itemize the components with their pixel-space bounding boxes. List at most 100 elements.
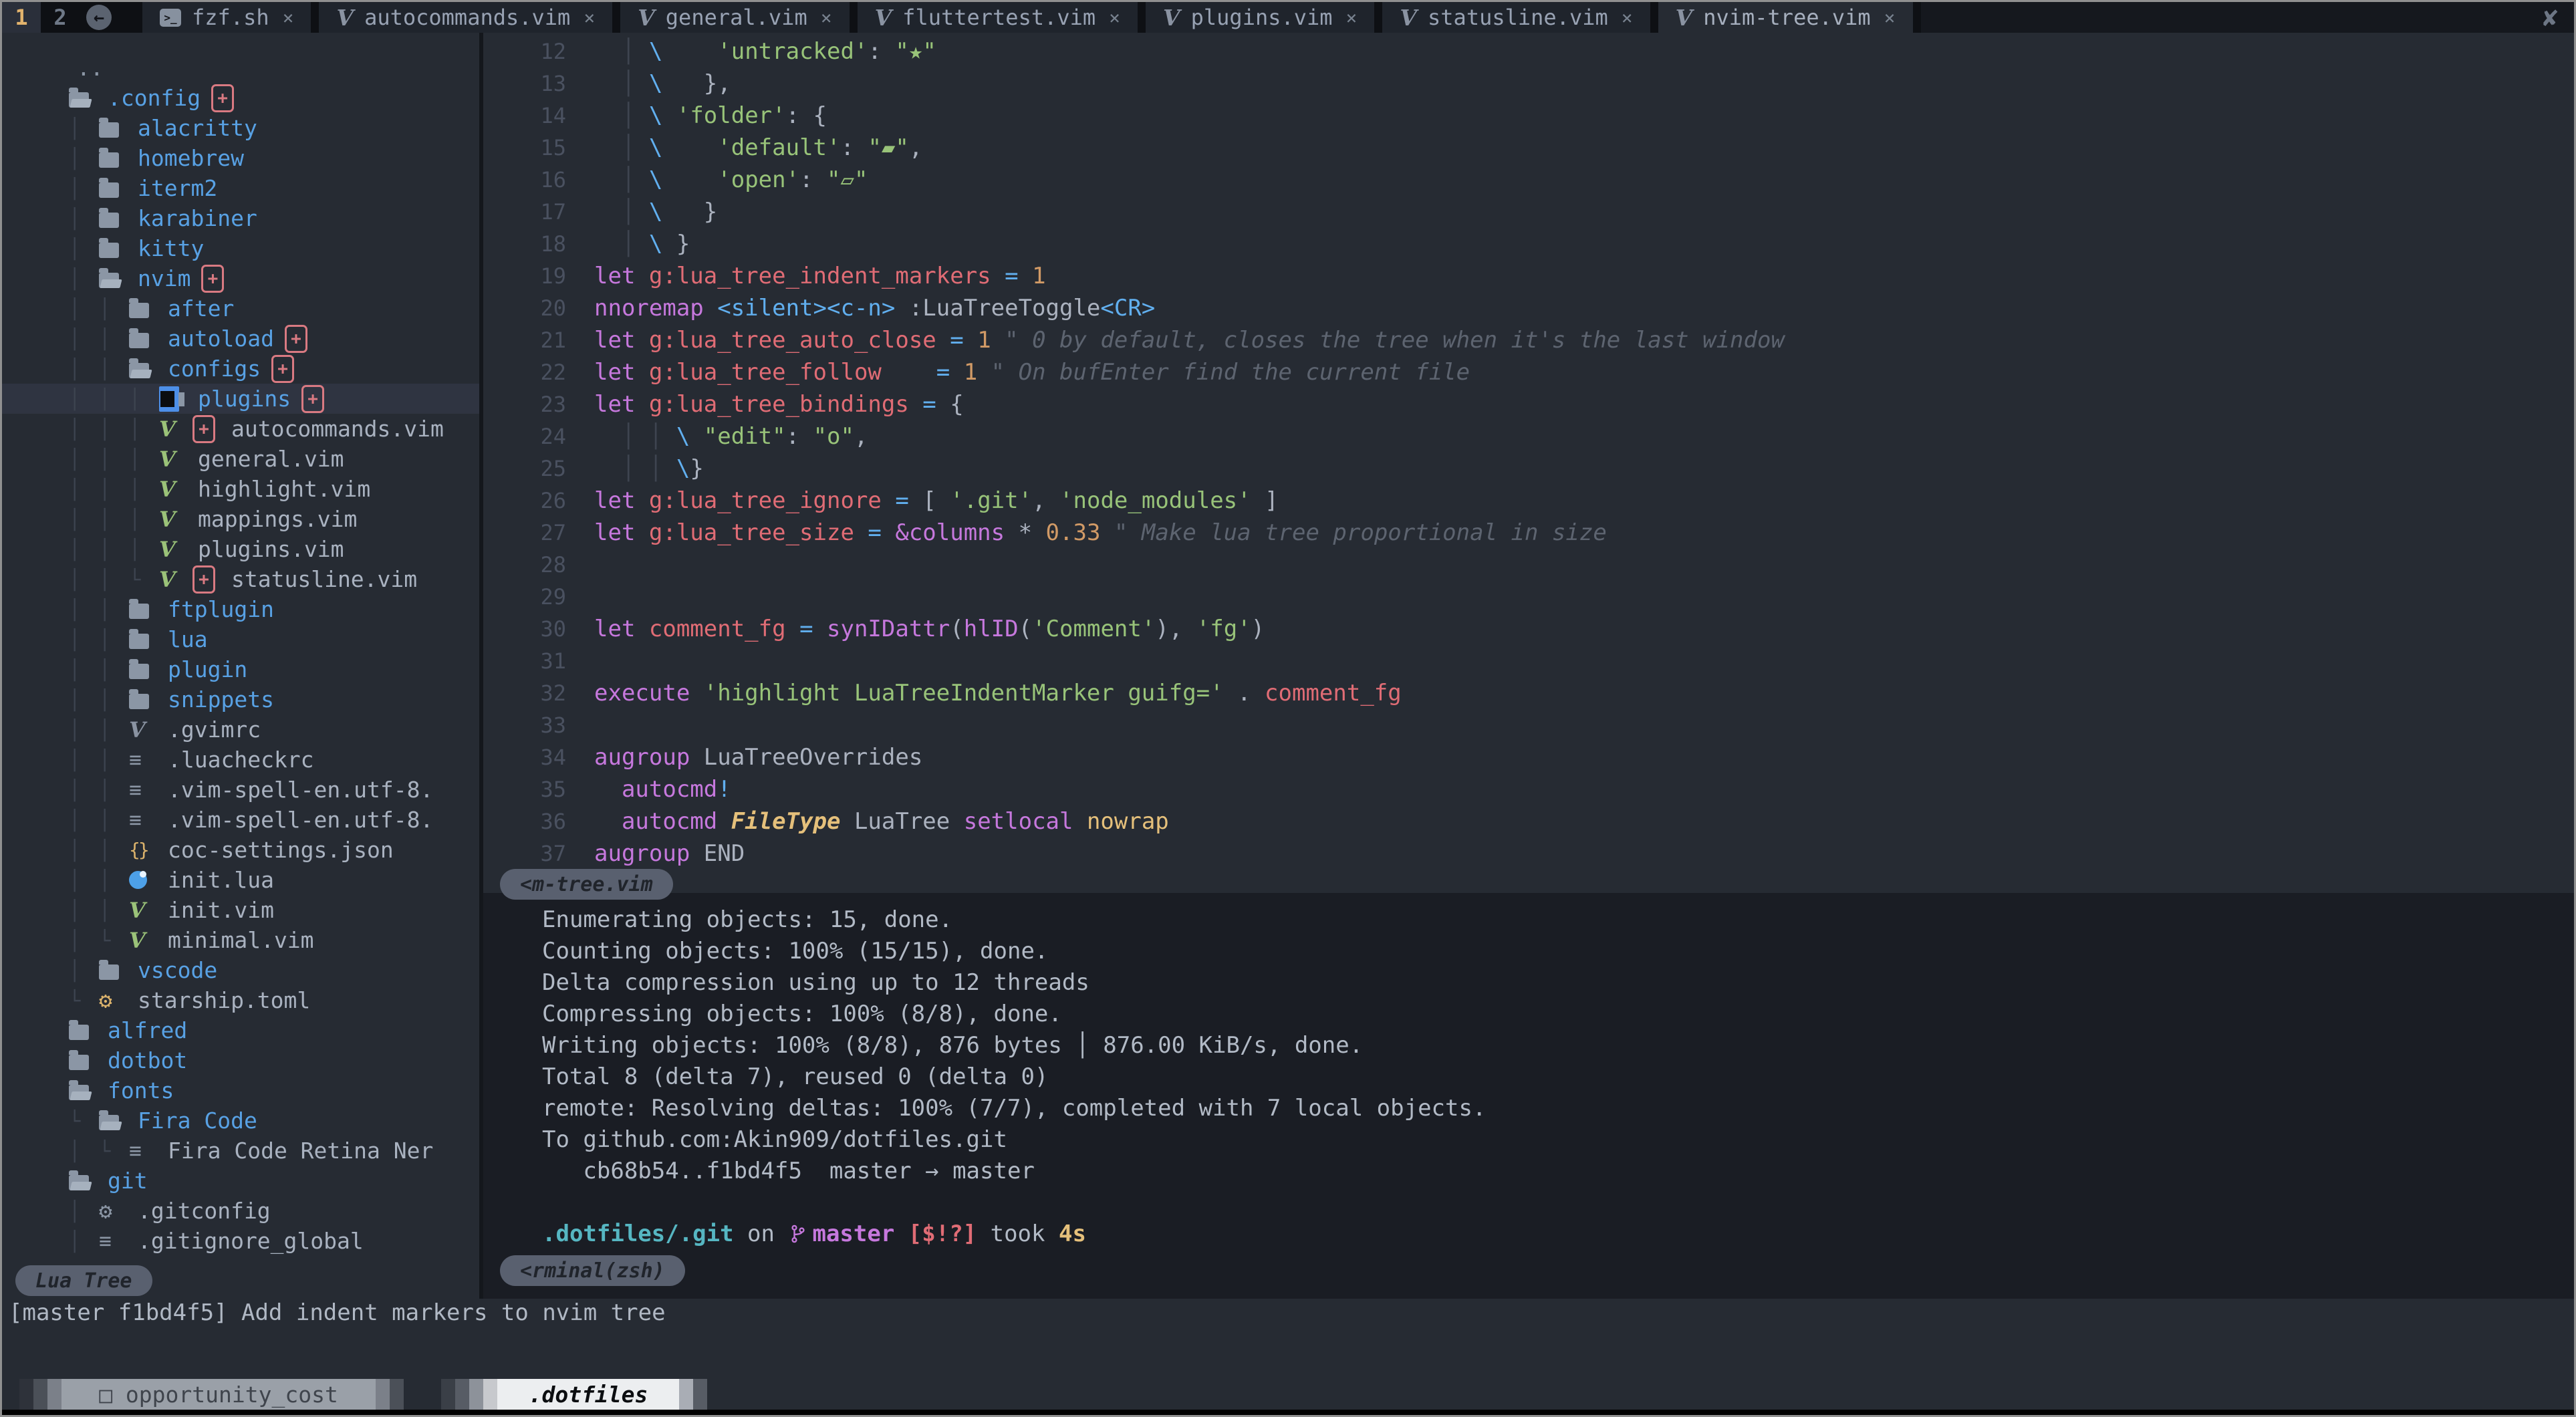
tree-guide: │: [69, 658, 99, 681]
code-token: }: [662, 231, 690, 257]
code-token: │: [594, 134, 649, 161]
close-tab-icon[interactable]: ×: [1622, 7, 1633, 29]
tree-item-plugin[interactable]: ││plugin: [2, 654, 479, 684]
terminal-token: Writing objects: 100% (8/8), 876 bytes │…: [542, 1032, 1363, 1059]
tree-item-snippets[interactable]: ││snippets: [2, 684, 479, 715]
tree-item-karabiner[interactable]: │karabiner: [2, 203, 479, 233]
editor-statusline-pill: <m-tree.vim: [500, 869, 673, 900]
vim-icon: V: [159, 567, 190, 592]
tree-item-minimal.vim[interactable]: │└Vminimal.vim: [2, 925, 479, 955]
close-tab-icon[interactable]: ×: [283, 7, 294, 29]
tree-item-alfred[interactable]: alfred: [2, 1015, 479, 1045]
tree-item-..[interactable]: ..: [2, 53, 479, 83]
tree-item-vscode[interactable]: │vscode: [2, 955, 479, 985]
tree-guide: │: [99, 478, 129, 501]
tree-guide: │: [99, 598, 129, 621]
tree-item-.config[interactable]: .config+: [2, 83, 479, 113]
tree-item-label: git: [108, 1168, 148, 1194]
tree-item-dotbot[interactable]: dotbot: [2, 1045, 479, 1075]
line-number: 24: [483, 424, 584, 449]
close-tab-icon[interactable]: ×: [1346, 7, 1358, 29]
tab-autocommands.vim[interactable]: Vautocommands.vim×: [319, 2, 612, 33]
code-token: END: [690, 840, 745, 867]
tree-item-highlight.vim[interactable]: │││Vhighlight.vim: [2, 474, 479, 504]
close-tab-icon[interactable]: ×: [1109, 7, 1120, 29]
tab-fluttertest.vim[interactable]: Vfluttertest.vim×: [858, 2, 1138, 33]
tree-guide: │: [69, 418, 99, 440]
tree-item-coc-settings.json[interactable]: ││{}coc-settings.json: [2, 835, 479, 865]
tree-item-after[interactable]: ││after: [2, 293, 479, 324]
tree-guide: │: [99, 839, 129, 862]
tree-item-fira-code-retina-ner[interactable]: │└≡Fira Code Retina Ner: [2, 1136, 479, 1166]
tab-page-2[interactable]: 2: [41, 2, 80, 33]
tab-plugins.vim[interactable]: Vplugins.vim×: [1146, 2, 1374, 33]
code-token: \: [676, 423, 690, 450]
tree-item-.gvimrc[interactable]: ││V.gvimrc: [2, 715, 479, 745]
code-token: "edit": [690, 423, 785, 450]
tree-item-homebrew[interactable]: │homebrew: [2, 143, 479, 173]
tree-item-alacritty[interactable]: │alacritty: [2, 113, 479, 143]
terminal-token: [894, 1220, 908, 1247]
tree-item-starship.toml[interactable]: └⚙starship.toml: [2, 985, 479, 1015]
code-token: 'fg': [1196, 616, 1251, 642]
tree-guide: │: [69, 719, 99, 741]
tree-item-.vim-spell-en.utf-8.[interactable]: ││≡.vim-spell-en.utf-8.: [2, 775, 479, 805]
code-token: │: [594, 166, 649, 193]
code-token: autocmd: [622, 776, 717, 803]
tree-item-plugins.vim[interactable]: │││Vplugins.vim: [2, 534, 479, 564]
tree-guide: │: [99, 658, 129, 681]
tree-item-.gitconfig[interactable]: │⚙.gitconfig: [2, 1196, 479, 1226]
tree-item-general.vim[interactable]: │││Vgeneral.vim: [2, 444, 479, 474]
tmux-window-opportunity-cost[interactable]: □ opportunity_cost: [19, 1379, 404, 1410]
tree-item-mappings.vim[interactable]: │││Vmappings.vim: [2, 504, 479, 534]
tree-item-statusline.vim[interactable]: ││└V+statusline.vim: [2, 564, 479, 594]
tree-item-plugins[interactable]: │││plugins+: [2, 384, 479, 414]
tab-statusline.vim[interactable]: Vstatusline.vim×: [1382, 2, 1650, 33]
line-number: 13: [483, 71, 584, 96]
tmux-window-.dotfiles[interactable]: .dotfiles: [441, 1379, 707, 1410]
tree-item-fonts[interactable]: fonts: [2, 1075, 479, 1106]
tree-item-init.lua[interactable]: ││init.lua: [2, 865, 479, 895]
code-token: autocmd: [622, 808, 717, 835]
tree-item-lua[interactable]: ││lua: [2, 624, 479, 654]
tab-nvim-tree.vim[interactable]: Vnvim-tree.vim×: [1658, 2, 1913, 33]
close-tab-icon[interactable]: ×: [584, 7, 595, 29]
tree-item-ftplugin[interactable]: ││ftplugin: [2, 594, 479, 624]
close-tab-icon[interactable]: ×: [1884, 7, 1896, 29]
tree-item-iterm2[interactable]: │iterm2: [2, 173, 479, 203]
gear-gray-icon: ⚙: [99, 1198, 130, 1224]
history-back-button[interactable]: ←: [80, 2, 118, 33]
tree-item-init.vim[interactable]: ││Vinit.vim: [2, 895, 479, 925]
file-tree-panel[interactable]: ...config+│alacritty│homebrew│iterm2│kar…: [2, 33, 479, 1299]
folder-icon: [69, 1021, 100, 1040]
tree-item-autoload[interactable]: ││autoload+: [2, 324, 479, 354]
code-token: 'default': [662, 134, 840, 161]
tree-item-fira-code[interactable]: └Fira Code: [2, 1106, 479, 1136]
tree-item-configs[interactable]: ││configs+: [2, 354, 479, 384]
code-token: <silent><c-n>: [704, 295, 896, 321]
close-tab-icon[interactable]: ×: [821, 7, 832, 29]
terminal-pane[interactable]: Enumerating objects: 15, done.Counting o…: [483, 893, 2574, 1299]
editor-buffer[interactable]: 12 │ \ 'untracked': "★"13 │ \ },14 │ \ '…: [483, 33, 2574, 893]
tree-guide: └: [99, 929, 129, 952]
close-all-button[interactable]: ✘: [2527, 2, 2574, 33]
tree-item-.gitignore-global[interactable]: │≡.gitignore_global: [2, 1226, 479, 1256]
code-token: ,: [909, 134, 922, 161]
tab-fzf.sh[interactable]: >_fzf.sh×: [142, 2, 311, 33]
tab-page-1[interactable]: 1: [2, 2, 41, 33]
tree-item-autocommands.vim[interactable]: │││V+autocommands.vim: [2, 414, 479, 444]
tree-item-kitty[interactable]: │kitty: [2, 233, 479, 263]
tree-item-nvim[interactable]: │nvim+: [2, 263, 479, 293]
back-circle-icon: ←: [86, 5, 112, 30]
terminal-token: Compressing objects: 100% (8/8), done.: [542, 1001, 1062, 1027]
tab-general.vim[interactable]: Vgeneral.vim×: [620, 2, 849, 33]
tree-item-label: plugins.vim: [198, 536, 344, 562]
folder-icon: [99, 209, 130, 228]
code-token: \: [649, 231, 662, 257]
tree-item-.luacheckrc[interactable]: ││≡.luacheckrc: [2, 745, 479, 775]
tree-guide: │: [99, 297, 129, 320]
tree-item-.vim-spell-en.utf-8.[interactable]: ││≡.vim-spell-en.utf-8.: [2, 805, 479, 835]
tree-item-git[interactable]: git: [2, 1166, 479, 1196]
code-token: (: [950, 616, 963, 642]
terminal-token: [$!?]: [908, 1220, 977, 1247]
